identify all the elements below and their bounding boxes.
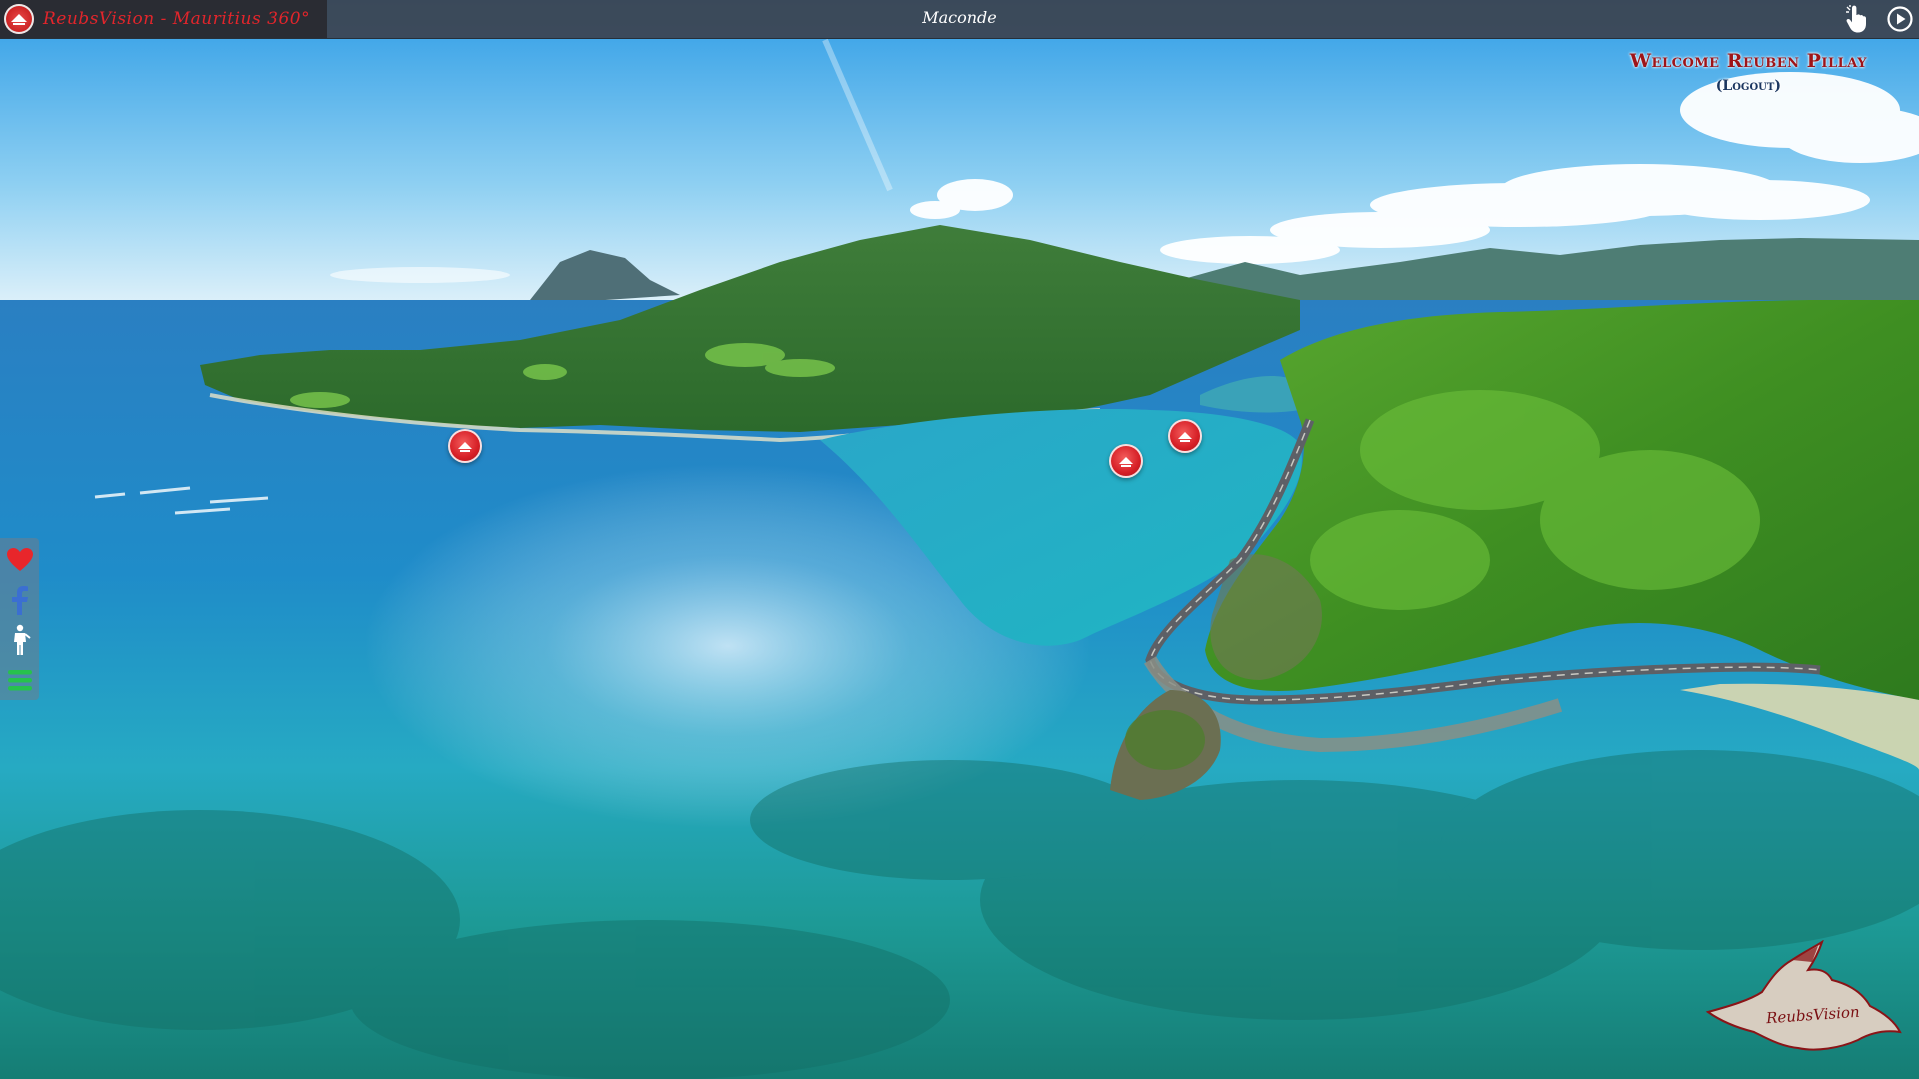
walk-mode-button[interactable] <box>2 622 37 658</box>
hotspot-2-icon <box>1119 457 1133 467</box>
panorama-image[interactable] <box>0 0 1919 1079</box>
facebook-icon <box>11 586 28 615</box>
logout-link[interactable]: (Logout) <box>1630 78 1867 94</box>
hotspot-1[interactable] <box>448 429 482 463</box>
hotspot-3-icon <box>1178 432 1192 442</box>
heart-icon <box>6 548 33 571</box>
scene-title: Maconde <box>922 8 997 27</box>
facebook-button[interactable] <box>2 582 37 618</box>
menu-button[interactable] <box>2 662 37 698</box>
hotspot-1-icon <box>458 442 472 452</box>
hotspot-3[interactable] <box>1168 419 1202 453</box>
play-icon <box>1887 6 1913 32</box>
reubsvision-watermark: ReubsVision <box>1700 939 1905 1058</box>
dove-logo-icon <box>1705 939 1902 1051</box>
top-bar: ReubsVision - Mauritius 360° Maconde <box>0 0 1919 39</box>
welcome-text: Welcome Reuben Pillay <box>1629 50 1867 72</box>
person-icon <box>13 624 31 655</box>
autoplay-button[interactable] <box>1884 3 1916 35</box>
favorite-button[interactable] <box>2 542 37 578</box>
panorama-viewer[interactable]: Welcome Reuben Pillay (Logout) ReubsVisi… <box>0 0 1919 1079</box>
hamburger-icon <box>7 670 32 691</box>
welcome-panel: Welcome Reuben Pillay (Logout) <box>1630 50 1867 94</box>
hand-touch-icon <box>1846 5 1866 33</box>
gyroscope-button[interactable] <box>1841 3 1873 35</box>
hotspot-2[interactable] <box>1109 444 1143 478</box>
side-toolbar <box>0 538 39 700</box>
